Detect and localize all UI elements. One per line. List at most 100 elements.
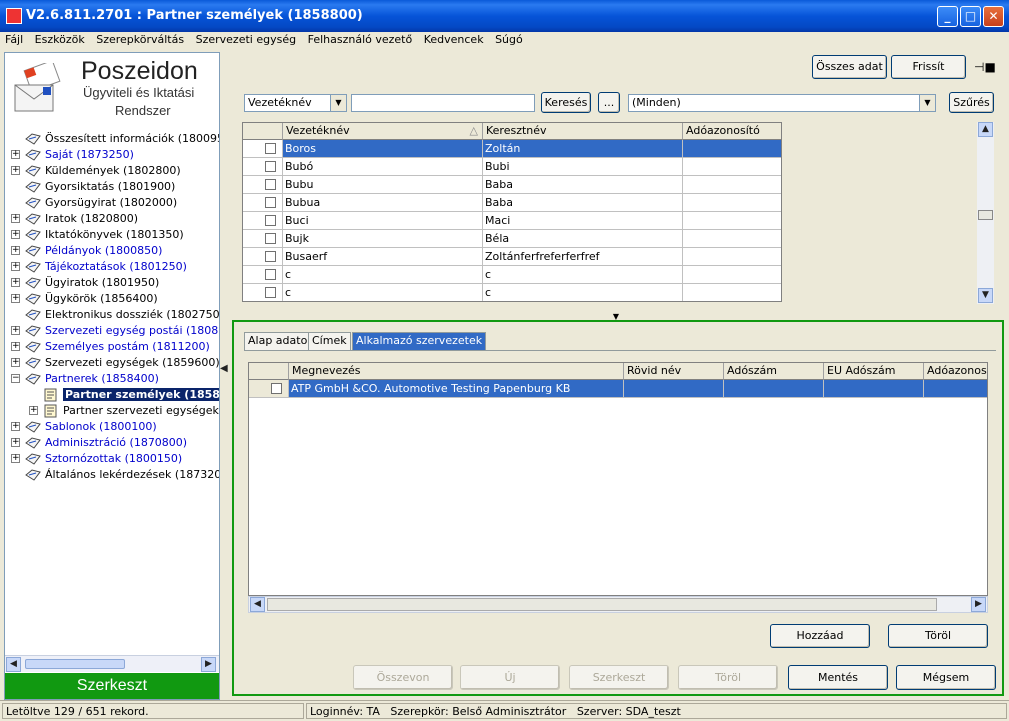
menu-user-manager[interactable]: Felhasználó vezető bbox=[305, 32, 416, 47]
minimize-button[interactable]: _ bbox=[937, 6, 958, 27]
grid-cell[interactable] bbox=[683, 140, 781, 158]
collapse-panel-icon[interactable]: ◀ bbox=[220, 363, 230, 379]
expand-icon[interactable]: + bbox=[11, 294, 20, 303]
grid-header-name[interactable]: Megnevezés bbox=[289, 363, 624, 380]
scroll-up-icon[interactable]: ▲ bbox=[978, 122, 993, 137]
scroll-right-icon[interactable]: ▶ bbox=[971, 597, 986, 612]
grid-cell[interactable]: Baba bbox=[483, 176, 683, 194]
row-checkbox[interactable] bbox=[271, 383, 282, 394]
search-button[interactable]: Keresés bbox=[541, 92, 591, 113]
grid-cell[interactable]: Baba bbox=[483, 194, 683, 212]
merge-button[interactable]: Összevon bbox=[353, 665, 453, 690]
grid-cell[interactable]: Bubua bbox=[283, 194, 483, 212]
tab-addresses[interactable]: Címek bbox=[308, 332, 351, 350]
grid-cell[interactable] bbox=[624, 380, 724, 398]
tab-basic-data[interactable]: Alap adatok bbox=[244, 332, 318, 350]
remove-button[interactable]: Töröl bbox=[888, 624, 988, 648]
add-button[interactable]: Hozzáad bbox=[770, 624, 870, 648]
search-input[interactable] bbox=[351, 94, 535, 112]
row-selector[interactable] bbox=[243, 248, 283, 266]
chevron-down-icon[interactable]: ▼ bbox=[919, 95, 935, 111]
grid-cell[interactable]: Maci bbox=[483, 212, 683, 230]
grid-cell[interactable]: c bbox=[483, 284, 683, 301]
grid-header-taxid[interactable]: Adóazonosító bbox=[683, 123, 781, 140]
expand-icon[interactable]: + bbox=[11, 422, 20, 431]
grid-cell[interactable] bbox=[683, 194, 781, 212]
row-checkbox[interactable] bbox=[265, 197, 276, 208]
row-checkbox[interactable] bbox=[265, 233, 276, 244]
grid-header-firstname[interactable]: Keresztnév bbox=[483, 123, 683, 140]
edit-tree-button[interactable]: Szerkeszt bbox=[5, 673, 219, 699]
expand-icon[interactable]: + bbox=[11, 438, 20, 447]
scroll-thumb[interactable] bbox=[978, 210, 993, 220]
scroll-right-icon[interactable]: ▶ bbox=[201, 657, 216, 672]
row-selector[interactable] bbox=[243, 194, 283, 212]
grid-cell[interactable] bbox=[724, 380, 824, 398]
delete-button[interactable]: Töröl bbox=[678, 665, 778, 690]
menu-file[interactable]: Fájl bbox=[2, 32, 26, 47]
row-checkbox[interactable] bbox=[265, 215, 276, 226]
browse-button[interactable]: ... bbox=[598, 92, 620, 113]
grid-cell[interactable] bbox=[683, 230, 781, 248]
grid-header-short-name[interactable]: Rövid név bbox=[624, 363, 724, 380]
grid-cell[interactable]: Bujk bbox=[283, 230, 483, 248]
grid-cell[interactable]: Bubu bbox=[283, 176, 483, 194]
expand-icon[interactable]: + bbox=[29, 406, 38, 415]
expand-icon[interactable]: + bbox=[11, 214, 20, 223]
scroll-left-icon[interactable]: ◀ bbox=[6, 657, 21, 672]
grid-cell[interactable]: Zoltán bbox=[483, 140, 683, 158]
grid-cell[interactable]: Bubi bbox=[483, 158, 683, 176]
grid-cell[interactable]: Boros bbox=[283, 140, 483, 158]
tree-horizontal-scrollbar[interactable]: ◀ ▶ bbox=[5, 655, 219, 672]
new-button[interactable]: Új bbox=[460, 665, 560, 690]
search-field-select[interactable]: Vezetéknév ▼ bbox=[244, 94, 347, 112]
grid-cell[interactable]: c bbox=[283, 266, 483, 284]
menu-favorites[interactable]: Kedvencek bbox=[421, 32, 487, 47]
expand-icon[interactable]: + bbox=[11, 246, 20, 255]
grid-cell[interactable] bbox=[683, 284, 781, 301]
grid-cell[interactable] bbox=[683, 248, 781, 266]
grid-header-tax-id[interactable]: Adóazonosító bbox=[924, 363, 987, 380]
grid-cell[interactable]: c bbox=[283, 284, 483, 301]
grid-cell[interactable] bbox=[683, 158, 781, 176]
scroll-left-icon[interactable]: ◀ bbox=[250, 597, 265, 612]
chevron-down-icon[interactable]: ▼ bbox=[330, 95, 346, 111]
grid-cell[interactable]: Buci bbox=[283, 212, 483, 230]
row-checkbox[interactable] bbox=[265, 251, 276, 262]
close-button[interactable]: ✕ bbox=[983, 6, 1004, 27]
save-button[interactable]: Mentés bbox=[788, 665, 888, 690]
row-selector[interactable] bbox=[243, 230, 283, 248]
pin-icon[interactable]: ⊣■ bbox=[974, 60, 996, 74]
grid-cell[interactable]: Bubó bbox=[283, 158, 483, 176]
grid-horizontal-scrollbar[interactable]: ◀ ▶ bbox=[248, 596, 988, 613]
splitter-handle[interactable]: ▼ bbox=[600, 312, 632, 321]
expand-icon[interactable]: + bbox=[11, 342, 20, 351]
expand-icon[interactable]: + bbox=[11, 166, 20, 175]
grid-cell[interactable] bbox=[683, 212, 781, 230]
row-checkbox[interactable] bbox=[265, 161, 276, 172]
row-checkbox[interactable] bbox=[265, 143, 276, 154]
row-selector[interactable] bbox=[243, 158, 283, 176]
grid-header-lastname[interactable]: Vezetéknév △ bbox=[283, 123, 483, 140]
filter-select[interactable]: (Minden) ▼ bbox=[628, 94, 936, 112]
tab-employer-orgs[interactable]: Alkalmazó szervezetek bbox=[352, 332, 487, 350]
menu-help[interactable]: Súgó bbox=[492, 32, 526, 47]
scroll-thumb[interactable] bbox=[267, 598, 937, 611]
collapse-icon[interactable]: − bbox=[11, 374, 20, 383]
row-checkbox[interactable] bbox=[265, 179, 276, 190]
cancel-button[interactable]: Mégsem bbox=[896, 665, 996, 690]
row-selector[interactable] bbox=[243, 176, 283, 194]
expand-icon[interactable]: + bbox=[11, 262, 20, 271]
scroll-thumb[interactable] bbox=[25, 659, 125, 669]
expand-icon[interactable]: + bbox=[11, 278, 20, 287]
row-checkbox[interactable] bbox=[265, 287, 276, 298]
grid-header-tax-number[interactable]: Adószám bbox=[724, 363, 824, 380]
grid-vertical-scrollbar[interactable]: ▲ ▼ bbox=[977, 122, 994, 304]
row-selector[interactable] bbox=[249, 380, 289, 398]
grid-cell[interactable] bbox=[824, 380, 924, 398]
grid-cell[interactable]: Béla bbox=[483, 230, 683, 248]
row-selector[interactable] bbox=[243, 266, 283, 284]
expand-icon[interactable]: + bbox=[11, 454, 20, 463]
row-selector[interactable] bbox=[243, 212, 283, 230]
row-selector[interactable] bbox=[243, 284, 283, 301]
